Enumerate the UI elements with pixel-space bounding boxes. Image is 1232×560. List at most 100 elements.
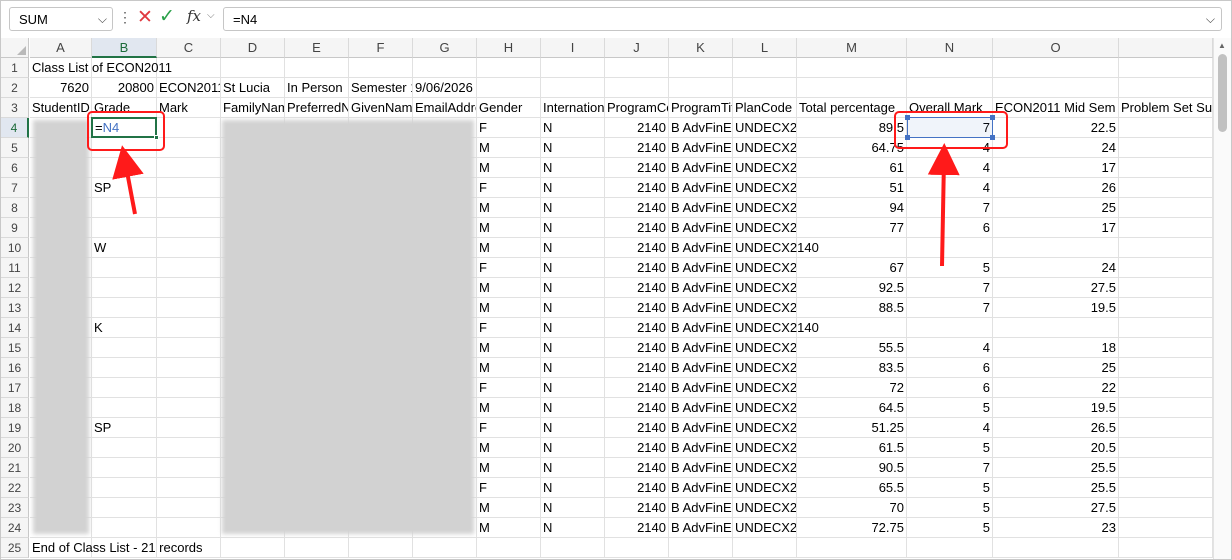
cell-l5[interactable]: UNDECX2140 [733, 138, 797, 158]
cell-p22[interactable] [1119, 478, 1213, 498]
cell-l23[interactable]: UNDECX2140 [733, 498, 797, 518]
cell-l12[interactable]: UNDECX2140 [733, 278, 797, 298]
cell-k6[interactable]: B AdvFinEcon [669, 158, 733, 178]
cell-o9[interactable]: 17 [993, 218, 1119, 238]
cell-i9[interactable]: N [541, 218, 605, 238]
column-header-b[interactable]: B [92, 38, 157, 58]
cell-l1[interactable] [733, 58, 797, 78]
cell-n6[interactable]: 4 [907, 158, 993, 178]
column-header-f[interactable]: F [349, 38, 413, 58]
cell-o15[interactable]: 18 [993, 338, 1119, 358]
cell-b11[interactable] [92, 258, 157, 278]
cell-j23[interactable]: 2140 [605, 498, 669, 518]
cell-c18[interactable] [157, 398, 221, 418]
cell-k9[interactable]: B AdvFinEcon [669, 218, 733, 238]
cell-b18[interactable] [92, 398, 157, 418]
cell-i10[interactable]: N [541, 238, 605, 258]
cell-j15[interactable]: 2140 [605, 338, 669, 358]
cell-a1[interactable]: Class List of ECON2011 [30, 58, 230, 78]
select-all-corner[interactable] [1, 38, 29, 58]
cell-p18[interactable] [1119, 398, 1213, 418]
header-cell-h[interactable]: Gender [477, 98, 541, 118]
cell-c5[interactable] [157, 138, 221, 158]
cell-l13[interactable]: UNDECX2140 [733, 298, 797, 318]
cell-l11[interactable]: UNDECX2140 [733, 258, 797, 278]
column-header-h[interactable]: H [477, 38, 541, 58]
cell-j19[interactable]: 2140 [605, 418, 669, 438]
cell-p16[interactable] [1119, 358, 1213, 378]
cell-l20[interactable]: UNDECX2140 [733, 438, 797, 458]
header-cell-e[interactable]: PreferredName [285, 98, 349, 118]
row-header-20[interactable]: 20 [1, 438, 29, 458]
cell-l9[interactable]: UNDECX2140 [733, 218, 797, 238]
cell-o18[interactable]: 19.5 [993, 398, 1119, 418]
cell-p5[interactable] [1119, 138, 1213, 158]
cell-g2[interactable]: 9/06/2026 [413, 78, 477, 98]
cell-m21[interactable]: 90.5 [797, 458, 907, 478]
cell-p14[interactable] [1119, 318, 1213, 338]
row-header-18[interactable]: 18 [1, 398, 29, 418]
scrollbar-thumb[interactable] [1218, 54, 1227, 132]
cell-i16[interactable]: N [541, 358, 605, 378]
cell-o20[interactable]: 20.5 [993, 438, 1119, 458]
cell-i6[interactable]: N [541, 158, 605, 178]
cell-n9[interactable]: 6 [907, 218, 993, 238]
cell-h24[interactable]: M [477, 518, 541, 538]
cell-j4[interactable]: 2140 [605, 118, 669, 138]
cell-j5[interactable]: 2140 [605, 138, 669, 158]
cell-p7[interactable] [1119, 178, 1213, 198]
cell-b24[interactable] [92, 518, 157, 538]
cell-m6[interactable]: 61 [797, 158, 907, 178]
cell-f25[interactable] [349, 538, 413, 558]
cell-o14[interactable] [993, 318, 1119, 338]
cell-j10[interactable]: 2140 [605, 238, 669, 258]
header-cell-p[interactable]: Problem Set Submission [1119, 98, 1213, 118]
chevron-down-icon[interactable]: ⌵ [98, 12, 107, 27]
cell-i2[interactable] [541, 78, 605, 98]
cell-c11[interactable] [157, 258, 221, 278]
row-header-9[interactable]: 9 [1, 218, 29, 238]
cell-l17[interactable]: UNDECX2140 [733, 378, 797, 398]
column-header-n[interactable]: N [907, 38, 993, 58]
row-header-2[interactable]: 2 [1, 78, 29, 98]
cell-n22[interactable]: 5 [907, 478, 993, 498]
cell-m13[interactable]: 88.5 [797, 298, 907, 318]
cell-b10[interactable]: W [92, 238, 157, 258]
cell-p4[interactable] [1119, 118, 1213, 138]
cell-n11[interactable]: 5 [907, 258, 993, 278]
cell-o25[interactable] [993, 538, 1119, 558]
cell-o7[interactable]: 26 [993, 178, 1119, 198]
cell-f2[interactable]: Semester 1 [349, 78, 413, 98]
cell-m16[interactable]: 83.5 [797, 358, 907, 378]
cell-c15[interactable] [157, 338, 221, 358]
cell-i19[interactable]: N [541, 418, 605, 438]
cell-j18[interactable]: 2140 [605, 398, 669, 418]
cell-m8[interactable]: 94 [797, 198, 907, 218]
cell-h17[interactable]: F [477, 378, 541, 398]
row-header-11[interactable]: 11 [1, 258, 29, 278]
column-header-i[interactable]: I [541, 38, 605, 58]
cell-b13[interactable] [92, 298, 157, 318]
cell-m11[interactable]: 67 [797, 258, 907, 278]
cell-c20[interactable] [157, 438, 221, 458]
cell-j16[interactable]: 2140 [605, 358, 669, 378]
cell-f1[interactable] [349, 58, 413, 78]
cell-l24[interactable]: UNDECX2140 [733, 518, 797, 538]
cell-c22[interactable] [157, 478, 221, 498]
cell-g25[interactable] [413, 538, 477, 558]
cell-a25[interactable]: End of Class List - 21 records [30, 538, 280, 558]
cell-h10[interactable]: M [477, 238, 541, 258]
row-header-8[interactable]: 8 [1, 198, 29, 218]
row-header-6[interactable]: 6 [1, 158, 29, 178]
cell-c8[interactable] [157, 198, 221, 218]
column-header-a[interactable]: A [30, 38, 92, 58]
cell-j25[interactable] [605, 538, 669, 558]
cell-o10[interactable] [993, 238, 1119, 258]
cell-i8[interactable]: N [541, 198, 605, 218]
row-header-23[interactable]: 23 [1, 498, 29, 518]
cell-d1[interactable] [221, 58, 285, 78]
cell-c10[interactable] [157, 238, 221, 258]
cell-n17[interactable]: 6 [907, 378, 993, 398]
cell-b22[interactable] [92, 478, 157, 498]
cell-o6[interactable]: 17 [993, 158, 1119, 178]
